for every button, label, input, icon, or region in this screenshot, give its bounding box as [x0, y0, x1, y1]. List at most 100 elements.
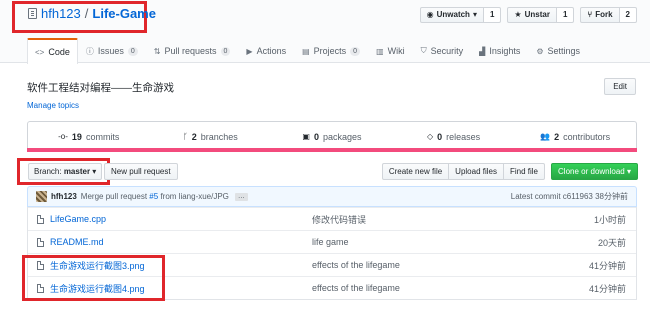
- tab-actions[interactable]: ▶ Actions: [238, 38, 294, 63]
- file-name-link[interactable]: README.md: [50, 237, 104, 247]
- expand-commit-button[interactable]: …: [234, 192, 248, 201]
- repo-actions: ◉ Unwatch ▾ 1 ★ Unstar 1 ⑂ Fork 2: [419, 7, 637, 23]
- repo-description: 软件工程结对编程——生命游戏: [27, 82, 174, 94]
- commit-message-end: from liang-xue/JPG: [160, 192, 229, 201]
- releases-label: releases: [446, 131, 481, 142]
- tab-projects[interactable]: ▤ Projects 0: [294, 38, 368, 63]
- file-icon: [37, 214, 44, 224]
- pull-request-link[interactable]: #5: [149, 192, 158, 201]
- eye-icon: ◉: [426, 10, 434, 19]
- releases-count: 0: [437, 131, 443, 142]
- branch-name: master: [63, 167, 91, 176]
- file-age: 20天前: [597, 237, 626, 248]
- new-pull-request-button[interactable]: New pull request: [104, 163, 178, 180]
- tab-issues[interactable]: ⓘ Issues 0: [78, 38, 146, 63]
- fork-label: Fork: [595, 10, 613, 19]
- file-age: 41分钟前: [588, 283, 626, 294]
- file-icon: [37, 237, 44, 247]
- tab-label: Issues: [97, 46, 124, 56]
- file-commit-message[interactable]: life game: [312, 237, 556, 247]
- repo-name-link[interactable]: Life-Game: [92, 6, 156, 21]
- tab-code[interactable]: <> Code: [27, 38, 78, 64]
- branch-prefix: Branch:: [34, 167, 62, 176]
- latest-commit-info[interactable]: Latest commit c611963 38分钟前: [511, 191, 628, 202]
- commits-link[interactable]: -o- 19 commits: [28, 122, 150, 151]
- star-action: ★ Unstar 1: [507, 7, 575, 23]
- forks-count[interactable]: 2: [619, 7, 637, 23]
- commit-message-start: Merge pull request: [80, 192, 148, 201]
- edit-description-button[interactable]: Edit: [604, 78, 636, 95]
- fork-icon: ⑂: [587, 10, 593, 19]
- tab-label: Actions: [256, 46, 287, 56]
- unstar-button[interactable]: ★ Unstar: [507, 7, 557, 23]
- repo-title: hfh123 / Life-Game: [28, 6, 156, 21]
- caret-down-icon: ▾: [472, 10, 477, 19]
- branches-link[interactable]: ᚴ 2 branches: [150, 122, 272, 151]
- fork-action: ⑂ Fork 2: [580, 7, 637, 23]
- package-icon: ▣: [302, 132, 310, 141]
- tab-security[interactable]: ⛉ Security: [413, 38, 472, 63]
- contributors-link[interactable]: 👥 2 contributors: [514, 122, 636, 151]
- tab-label: Pull requests: [164, 46, 217, 56]
- language-bar[interactable]: [27, 148, 637, 152]
- watchers-count[interactable]: 1: [483, 7, 502, 23]
- tab-wiki[interactable]: ▥ Wiki: [368, 38, 413, 63]
- people-icon: 👥: [540, 132, 551, 141]
- caret-down-icon: ▾: [626, 167, 631, 176]
- code-icon: <>: [35, 47, 45, 57]
- watch-action: ◉ Unwatch ▾ 1: [419, 7, 502, 23]
- tab-pull-requests[interactable]: ⇅ Pull requests 0: [146, 38, 239, 63]
- packages-label: packages: [323, 131, 362, 142]
- tab-settings[interactable]: ⚙ Settings: [528, 38, 588, 63]
- repo-separator: /: [84, 6, 89, 21]
- table-row: LifeGame.cpp 修改代码错误 1小时前: [28, 207, 636, 230]
- clone-label: Clone or download: [558, 167, 625, 176]
- commits-label: commits: [85, 131, 120, 142]
- releases-link[interactable]: ◇ 0 releases: [393, 122, 515, 151]
- tab-label: Security: [430, 46, 464, 56]
- branches-count: 2: [191, 131, 197, 142]
- avatar[interactable]: [36, 191, 47, 202]
- tab-counter: 0: [350, 46, 361, 56]
- branch-select-button[interactable]: Branch: master ▾: [28, 163, 103, 180]
- tab-counter: 0: [127, 46, 138, 56]
- file-commit-message[interactable]: effects of the lifegame: [312, 260, 556, 270]
- fork-button[interactable]: ⑂ Fork: [580, 7, 620, 23]
- file-commit-message[interactable]: 修改代码错误: [312, 213, 556, 226]
- gear-icon: ⚙: [536, 46, 544, 56]
- tag-icon: ◇: [426, 132, 434, 141]
- commit-author[interactable]: hfh123: [51, 192, 77, 201]
- tab-label: Projects: [313, 46, 347, 56]
- create-new-file-button[interactable]: Create new file: [381, 163, 450, 180]
- unwatch-button[interactable]: ◉ Unwatch ▾: [419, 7, 484, 23]
- unstar-label: Unstar: [524, 10, 550, 19]
- manage-topics-link[interactable]: Manage topics: [27, 101, 79, 110]
- caret-down-icon: ▾: [92, 167, 97, 176]
- latest-commit-bar: hfh123 Merge pull request #5 from liang-…: [27, 186, 637, 207]
- pull-request-icon: ⇅: [153, 46, 161, 56]
- file-commit-message[interactable]: effects of the lifegame: [312, 283, 556, 293]
- file-name-link[interactable]: LifeGame.cpp: [50, 214, 106, 224]
- file-navigation-buttons: Create new file Upload files Find file: [381, 163, 545, 180]
- star-icon: ★: [514, 10, 522, 19]
- file-age: 41分钟前: [588, 260, 626, 271]
- commits-count: 19: [71, 131, 82, 142]
- repo-owner-link[interactable]: hfh123: [41, 6, 81, 21]
- tab-label: Insights: [489, 46, 521, 56]
- stars-count[interactable]: 1: [556, 7, 575, 23]
- tab-counter: 0: [220, 46, 231, 56]
- upload-files-button[interactable]: Upload files: [448, 163, 504, 180]
- repo-tabs: <> Code ⓘ Issues 0 ⇅ Pull requests 0 ▶ Actions…: [27, 38, 588, 64]
- branches-label: branches: [200, 131, 238, 142]
- book-icon: ▥: [376, 46, 384, 56]
- play-icon: ▶: [246, 46, 253, 56]
- tab-label: Code: [48, 47, 70, 57]
- tab-insights[interactable]: ▟ Insights: [471, 38, 528, 63]
- packages-link[interactable]: ▣ 0 packages: [271, 122, 393, 151]
- numbers-summary: -o- 19 commits ᚴ 2 branches ▣ 0 packages ◇ 0 rel…: [27, 121, 637, 151]
- branch-icon: ᚴ: [182, 132, 188, 141]
- commit-icon: -o-: [58, 132, 68, 141]
- clone-or-download-button[interactable]: Clone or download ▾: [551, 163, 638, 180]
- find-file-button[interactable]: Find file: [502, 163, 545, 180]
- table-row: README.md life game 20天前: [28, 230, 636, 253]
